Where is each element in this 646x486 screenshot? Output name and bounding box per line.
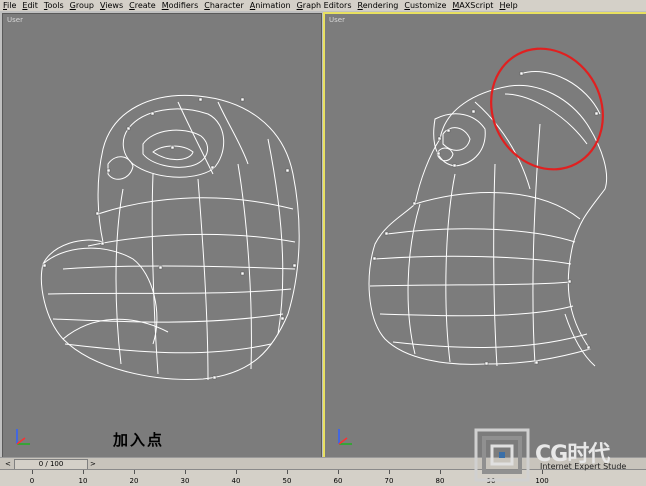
menu-customize[interactable]: Customize [401, 1, 449, 10]
viewport-right[interactable]: User [323, 12, 646, 459]
ruler-tick: 20 [129, 477, 139, 485]
menu-bar: File Edit Tools Group Views Create Modif… [0, 0, 646, 11]
menu-group[interactable]: Group [67, 1, 97, 10]
menu-views[interactable]: Views [97, 1, 126, 10]
ruler-tick: 30 [180, 477, 190, 485]
ruler-tick: 10 [78, 477, 88, 485]
axis-tripod-icon [338, 429, 352, 445]
ruler-tick: 70 [384, 477, 394, 485]
axis-tripod-icon [16, 429, 30, 445]
menu-maxscript[interactable]: MAXScript [449, 1, 496, 10]
menu-help[interactable]: Help [496, 1, 520, 10]
menu-character[interactable]: Character [201, 1, 247, 10]
caption-add-point: 加入点 [113, 431, 165, 449]
time-slider-next[interactable]: > [90, 460, 96, 468]
ruler-tick: 60 [333, 477, 343, 485]
viewport-left[interactable]: User 加入点 [2, 13, 322, 458]
menu-edit[interactable]: Edit [19, 1, 41, 10]
ruler-tick: 80 [435, 477, 445, 485]
highlight-circle [490, 47, 604, 171]
ruler-tick: 50 [282, 477, 292, 485]
menu-tools[interactable]: Tools [41, 1, 67, 10]
menu-create[interactable]: Create [126, 1, 159, 10]
wireframe-mesh-left [40, 94, 300, 381]
menu-rendering[interactable]: Rendering [355, 1, 402, 10]
ruler-tick: 0 [29, 477, 35, 485]
menu-graph-editors[interactable]: Graph Editors [294, 1, 355, 10]
cg-logo-icon [474, 428, 530, 482]
time-slider-prev[interactable]: < [5, 460, 11, 468]
menu-modifiers[interactable]: Modifiers [159, 1, 202, 10]
wireframe-mesh-right [368, 47, 608, 367]
viewport-area: User 加入点 User [0, 11, 646, 459]
menu-animation[interactable]: Animation [247, 1, 294, 10]
ruler-tick: 40 [231, 477, 241, 485]
cg-watermark: CG时代 Internet Expert Stude [472, 426, 646, 485]
cg-logo-subtitle: Internet Expert Stude [540, 462, 627, 471]
menu-file[interactable]: File [0, 1, 19, 10]
